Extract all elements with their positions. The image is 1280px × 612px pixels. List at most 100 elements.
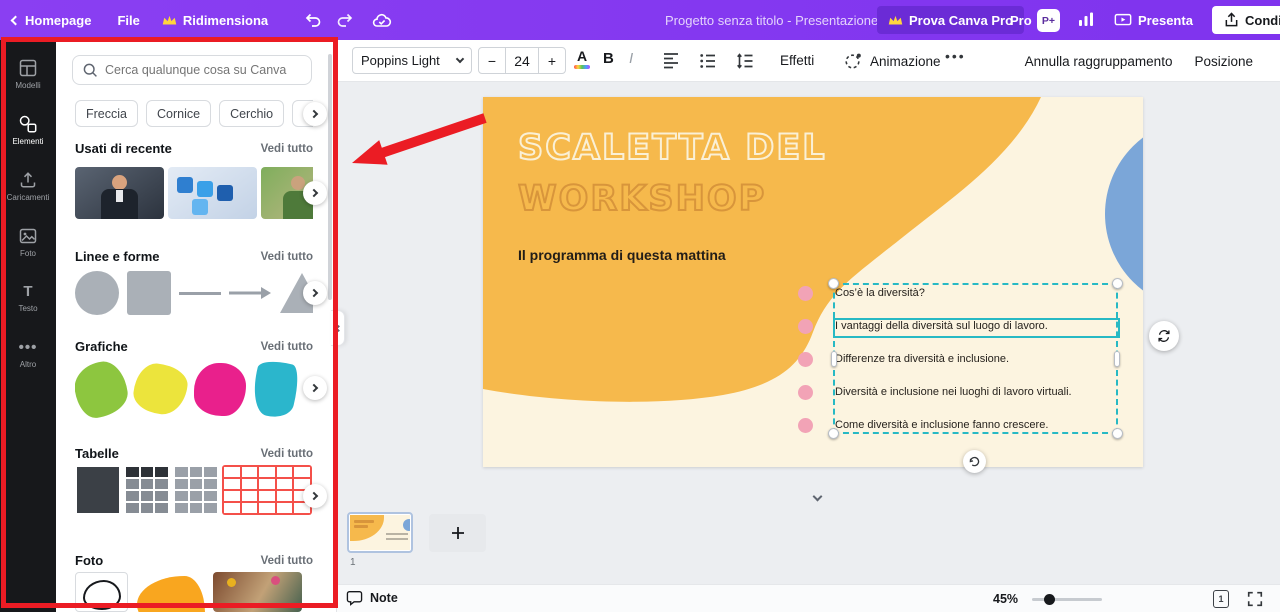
list-item-text: Differenze tra diversità e inclusione. <box>835 353 1009 365</box>
sidebar-item-altro[interactable]: ••• Altro <box>0 326 56 382</box>
fullscreen-button[interactable] <box>1246 590 1264 608</box>
title-line-1: SCALETTA DEL <box>518 123 827 174</box>
list-item[interactable]: I vantaggi della diversità sul luogo di … <box>798 316 1048 336</box>
font-size-value[interactable]: 24 <box>505 48 539 73</box>
bold-button[interactable]: B <box>603 50 614 67</box>
recent-next-button[interactable] <box>303 181 327 205</box>
sidebar-item-testo[interactable]: T Testo <box>0 270 56 326</box>
toolbar-more-button[interactable]: ••• <box>945 48 966 64</box>
photo-outline-sticker[interactable] <box>75 572 128 612</box>
hide-panel-chevron[interactable] <box>806 490 828 506</box>
chips-next-button[interactable] <box>303 102 327 126</box>
list-item[interactable]: Differenze tra diversità e inclusione. <box>798 349 1009 369</box>
list-item[interactable]: Come diversità e inclusione fanno cresce… <box>798 415 1048 435</box>
line-spacing-icon <box>735 51 755 71</box>
homepage-button[interactable]: Homepage <box>12 13 91 28</box>
graphics-row <box>75 358 313 420</box>
page-thumbnail-1[interactable] <box>347 512 413 553</box>
cycle-elements-button[interactable] <box>1149 321 1179 351</box>
search-input[interactable] <box>105 63 302 77</box>
save-status-button[interactable] <box>372 12 392 29</box>
shape-circle[interactable] <box>75 271 119 315</box>
animate-button[interactable]: Animazione <box>843 51 941 71</box>
table-red-grid[interactable] <box>222 465 312 515</box>
decor <box>137 576 205 612</box>
zoom-slider-track[interactable] <box>1032 598 1102 601</box>
panel-scrollbar[interactable] <box>328 54 332 300</box>
shape-line[interactable] <box>179 292 221 295</box>
recent-thumb-businessman[interactable] <box>75 167 164 219</box>
position-button[interactable]: Posizione <box>1194 54 1253 69</box>
panel-collapse-button[interactable] <box>331 310 345 346</box>
photo-people[interactable] <box>213 572 302 612</box>
font-family-select[interactable]: Poppins Light <box>352 47 472 74</box>
see-all-link[interactable]: Vedi tutto <box>261 341 313 353</box>
shape-arrow[interactable] <box>229 286 271 300</box>
rotate-handle[interactable] <box>963 450 986 473</box>
chip-cornice[interactable]: Cornice <box>146 100 211 127</box>
pro-label[interactable]: Pro <box>1010 13 1032 28</box>
photo-orange-shape[interactable] <box>131 572 210 612</box>
share-button[interactable]: Condividi <box>1212 6 1280 34</box>
graphic-yellow-blob[interactable] <box>132 361 190 416</box>
undo-button[interactable] <box>304 11 322 29</box>
zoom-slider-knob[interactable] <box>1044 594 1055 605</box>
try-pro-button[interactable]: Prova Canva Pro <box>877 6 1024 34</box>
notes-button[interactable]: Note <box>346 590 398 606</box>
ungroup-button[interactable]: Annulla raggruppamento <box>1025 54 1173 69</box>
decor <box>227 578 236 587</box>
list-item[interactable]: Diversità e inclusione nei luoghi di lav… <box>798 382 1072 402</box>
redo-button[interactable] <box>336 11 354 29</box>
file-menu-button[interactable]: File <box>117 13 139 28</box>
shape-square[interactable] <box>127 271 171 315</box>
graphic-pink-blob[interactable] <box>194 363 246 416</box>
list-item[interactable]: Cos’è la diversità? <box>798 283 925 303</box>
graphic-teal-shape[interactable] <box>247 358 303 420</box>
list-item-text: I vantaggi della diversità sul luogo di … <box>835 320 1048 332</box>
slide-subtitle[interactable]: Il programma di questa mattina <box>518 247 726 263</box>
page-count-icon[interactable]: 1 <box>1213 590 1229 608</box>
align-button[interactable] <box>661 51 681 71</box>
sidebar-item-foto[interactable]: Foto <box>0 214 56 270</box>
team-avatar-badge[interactable]: P+ <box>1037 9 1060 32</box>
list-button[interactable] <box>698 51 718 71</box>
resize-button[interactable]: Ridimensiona <box>162 13 268 28</box>
add-page-button[interactable] <box>429 514 486 552</box>
table-dark[interactable] <box>75 465 121 515</box>
text-color-button[interactable]: A <box>574 48 590 69</box>
graphic-green-blob[interactable] <box>75 358 131 420</box>
title-line-2: WORKSHOP <box>518 174 827 225</box>
photos-icon <box>18 226 38 246</box>
shapes-row <box>75 269 313 317</box>
recent-thumb-keyboard[interactable] <box>168 167 257 219</box>
see-all-link[interactable]: Vedi tutto <box>261 143 313 155</box>
present-button[interactable]: Presenta <box>1114 13 1193 28</box>
sidebar-item-modelli[interactable]: Modelli <box>0 46 56 102</box>
increase-font-button[interactable]: + <box>539 48 565 73</box>
text-icon: T <box>23 283 32 301</box>
toolbar-right-group: Annulla raggruppamento Posizione <box>1025 40 1253 82</box>
chip-cerchio[interactable]: Cerchio <box>219 100 284 127</box>
italic-button[interactable]: I <box>629 50 633 67</box>
spacing-button[interactable] <box>735 51 755 71</box>
insights-button[interactable] <box>1077 11 1095 28</box>
see-all-link[interactable]: Vedi tutto <box>261 448 313 460</box>
crown-icon <box>888 14 903 26</box>
slide-canvas: SCALETTA DEL WORKSHOP Il programma di qu… <box>483 97 1143 467</box>
table-gray[interactable] <box>173 465 219 515</box>
graphics-next-button[interactable] <box>303 376 327 400</box>
shapes-next-button[interactable] <box>303 281 327 305</box>
effects-button[interactable]: Effetti <box>780 53 814 68</box>
table-header-dark[interactable] <box>124 465 170 515</box>
search-box <box>72 55 312 85</box>
project-title[interactable]: Progetto senza titolo - Presentazione <box>665 13 878 28</box>
see-all-link[interactable]: Vedi tutto <box>261 555 313 567</box>
tables-next-button[interactable] <box>303 484 327 508</box>
sidebar-item-elementi[interactable]: Elementi <box>0 102 56 158</box>
chip-freccia[interactable]: Freccia <box>75 100 138 127</box>
share-label: Condividi <box>1245 13 1280 28</box>
slide-title[interactable]: SCALETTA DEL WORKSHOP <box>518 123 827 225</box>
see-all-link[interactable]: Vedi tutto <box>261 251 313 263</box>
sidebar-item-caricamenti[interactable]: Caricamenti <box>0 158 56 214</box>
decrease-font-button[interactable]: − <box>479 48 505 73</box>
